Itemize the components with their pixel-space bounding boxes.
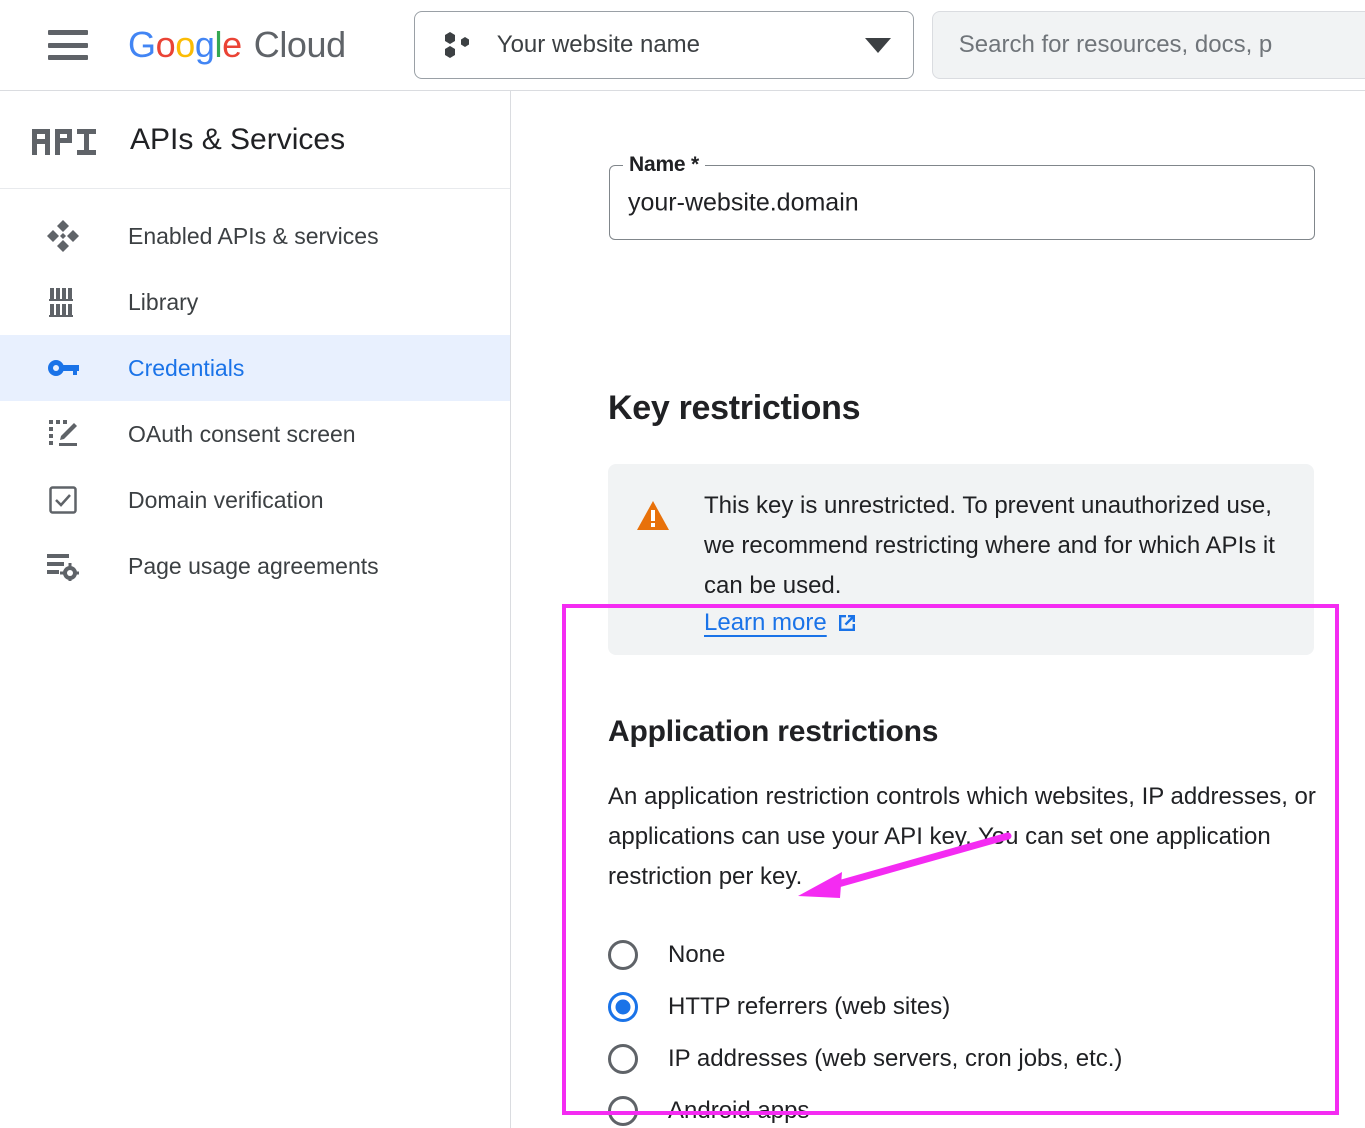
key-icon [46, 351, 80, 385]
project-name: Your website name [497, 31, 865, 59]
radio-button[interactable] [608, 940, 638, 970]
logo-cloud-word: Cloud [254, 24, 346, 66]
logo-letter-o1: o [156, 24, 176, 66]
key-restrictions-heading: Key restrictions [608, 389, 860, 428]
sidebar-item-label: Domain verification [128, 487, 324, 514]
learn-more-label: Learn more [704, 609, 827, 637]
unrestricted-key-warning-panel: This key is unrestricted. To prevent una… [608, 464, 1314, 655]
google-cloud-console-page: Google Cloud Your website name Search fo… [0, 0, 1365, 1128]
sidebar-item-library[interactable]: Library [0, 269, 510, 335]
application-restrictions-radio-group: None HTTP referrers (web sites) IP addre… [608, 929, 1122, 1128]
project-selector[interactable]: Your website name [414, 11, 914, 79]
name-field[interactable]: Name * your-website.domain [609, 165, 1315, 240]
sidebar-item-label: Library [128, 289, 198, 316]
radio-option-android-apps[interactable]: Android apps [608, 1085, 1122, 1128]
sidebar-header: APIs & Services [0, 91, 510, 189]
list-gear-icon [46, 549, 80, 583]
library-books-icon [46, 285, 80, 319]
warning-text: This key is unrestricted. To prevent una… [704, 486, 1288, 606]
sidebar-item-oauth-consent-screen[interactable]: OAuth consent screen [0, 401, 510, 467]
diamond-cluster-icon [46, 219, 80, 253]
sidebar-item-label: Enabled APIs & services [128, 223, 379, 250]
hamburger-bar [48, 55, 88, 60]
external-link-icon [836, 612, 858, 634]
logo-letter-g2: g [195, 24, 215, 66]
radio-option-ip-addresses[interactable]: IP addresses (web servers, cron jobs, et… [608, 1033, 1122, 1085]
sidebar-item-label: Credentials [128, 355, 244, 382]
sidebar-item-label: Page usage agreements [128, 553, 379, 580]
search-input[interactable]: Search for resources, docs, p [932, 11, 1365, 79]
logo-letter-e: e [222, 24, 242, 66]
google-cloud-logo[interactable]: Google Cloud [128, 24, 346, 66]
radio-button[interactable] [608, 1096, 638, 1126]
main-content: Name * your-website.domain Key restricti… [511, 91, 1365, 1128]
application-restrictions-description: An application restriction controls whic… [608, 777, 1320, 897]
learn-more-link[interactable]: Learn more [704, 609, 858, 637]
hamburger-menu-icon[interactable] [48, 30, 88, 60]
radio-option-http-referrers[interactable]: HTTP referrers (web sites) [608, 981, 1122, 1033]
project-hexagons-icon [443, 32, 473, 58]
sidebar-item-enabled-apis[interactable]: Enabled APIs & services [0, 203, 510, 269]
consent-screen-icon [46, 417, 80, 451]
name-field-label: Name * [629, 153, 699, 177]
sidebar-item-page-usage-agreements[interactable]: Page usage agreements [0, 533, 510, 599]
warning-body: This key is unrestricted. To prevent una… [704, 486, 1288, 655]
caret-down-icon[interactable] [865, 38, 891, 53]
warning-triangle-icon [636, 500, 670, 532]
api-logo-icon [32, 125, 96, 155]
sidebar-item-domain-verification[interactable]: Domain verification [0, 467, 510, 533]
top-app-bar: Google Cloud Your website name Search fo… [0, 0, 1365, 91]
radio-label: HTTP referrers (web sites) [668, 993, 950, 1021]
sidebar: APIs & Services Enabled APIs & s [0, 91, 511, 1128]
radio-button-selected[interactable] [608, 992, 638, 1022]
checkbox-icon [46, 483, 80, 517]
sidebar-title: APIs & Services [130, 123, 345, 157]
radio-button[interactable] [608, 1044, 638, 1074]
logo-letter-l: l [214, 24, 222, 66]
logo-letter-g: G [128, 24, 156, 66]
search-placeholder: Search for resources, docs, p [959, 31, 1272, 59]
sidebar-item-label: OAuth consent screen [128, 421, 356, 448]
logo-letter-o2: o [175, 24, 195, 66]
sidebar-nav: Enabled APIs & services [0, 189, 510, 599]
radio-option-none[interactable]: None [608, 929, 1122, 981]
name-field-value[interactable]: your-website.domain [628, 188, 859, 217]
sidebar-item-credentials[interactable]: Credentials [0, 335, 510, 401]
radio-label: Android apps [668, 1097, 809, 1125]
field-label-notch: Name * [623, 153, 705, 177]
hamburger-bar [48, 30, 88, 35]
radio-label: None [668, 941, 725, 969]
application-restrictions-heading: Application restrictions [608, 715, 938, 749]
hamburger-bar [48, 43, 88, 48]
radio-label: IP addresses (web servers, cron jobs, et… [668, 1045, 1122, 1073]
